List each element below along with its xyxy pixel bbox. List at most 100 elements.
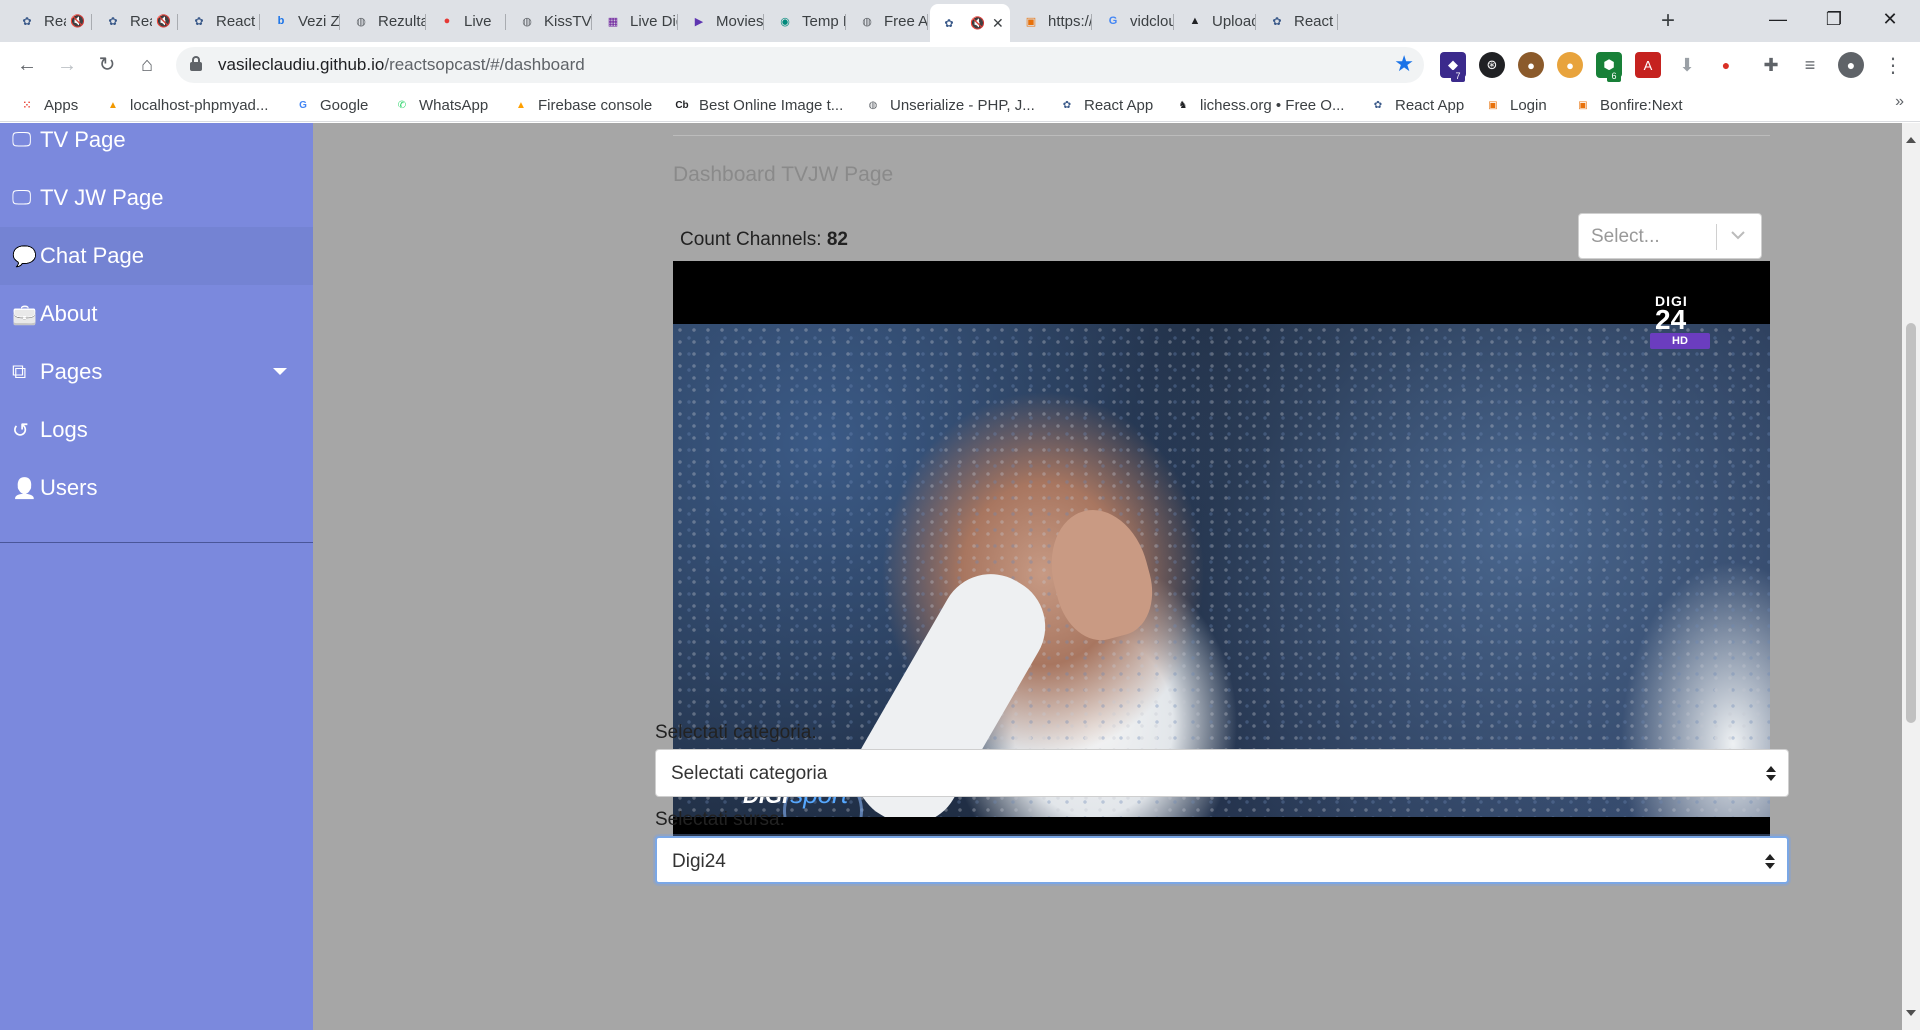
browser-menu-icon[interactable]: ⋮ <box>1880 52 1906 78</box>
sidebar-item-users[interactable]: 👤 Users <box>0 459 313 517</box>
browser-tab[interactable]: ● Live <box>428 6 506 36</box>
tv-icon: ▦ <box>607 15 619 28</box>
pdf-extension-icon[interactable]: A <box>1635 52 1661 78</box>
react-app-icon: ✿ <box>194 15 204 28</box>
browser-tab[interactable]: ◉ Temp M <box>766 6 846 36</box>
download-extension-icon[interactable]: ⬇ <box>1674 52 1700 78</box>
bookmark-item[interactable]: ▲ localhost-phpmyad... <box>104 94 268 116</box>
bookmark-item[interactable]: ▣ Bonfire:Next <box>1574 94 1683 116</box>
tab-audio-icon[interactable]: 🔇 <box>70 14 86 28</box>
page-scrollbar[interactable] <box>1902 123 1920 1030</box>
sidebar-item-about[interactable]: 💼 About <box>0 285 313 343</box>
history-icon: ↺ <box>12 419 29 442</box>
bookmark-item[interactable]: ◍ Unserialize - PHP, J... <box>864 94 1035 116</box>
bookmark-star-icon[interactable]: ★ <box>1394 51 1414 77</box>
sidebar-item-tv-jw-page[interactable]: 🖵 TV JW Page <box>0 169 313 227</box>
temp-mail-icon: ◉ <box>780 15 790 28</box>
scroll-thumb[interactable] <box>1906 323 1916 723</box>
react-app-icon: ✿ <box>1062 99 1072 111</box>
back-button[interactable]: ← <box>12 50 42 80</box>
media-control-icon[interactable]: ≡ <box>1797 52 1823 78</box>
minimize-button[interactable]: — <box>1750 0 1806 38</box>
reload-button[interactable]: ↻ <box>92 50 122 80</box>
browser-tab[interactable]: ✿ React Sopcast <box>180 6 260 36</box>
category-select[interactable]: Selectati categoria <box>655 749 1789 797</box>
tab-title: Upload <box>1212 12 1256 30</box>
url-text[interactable]: vasileclaudiu.github.io/reactsopcast/#/d… <box>218 47 585 83</box>
category-label: Selectati categoria: <box>655 722 817 743</box>
tab-title: vidcloud <box>1130 12 1174 30</box>
lichess-icon: ♞ <box>1178 99 1188 111</box>
bing-icon: b <box>277 15 285 27</box>
tab-separator <box>1255 14 1256 30</box>
scroll-down-arrow-icon[interactable] <box>1906 1010 1916 1016</box>
sidebar-item-label: Users <box>40 475 98 500</box>
browser-tab[interactable]: ▦ Live Dig <box>594 6 678 36</box>
browser-tab[interactable]: ✿ React S <box>1258 6 1338 36</box>
user-icon: 👤 <box>12 477 37 500</box>
bookmarks-overflow-button[interactable]: » <box>1895 93 1904 111</box>
browser-tab[interactable]: ◍ Free Ad <box>848 6 928 36</box>
record-extension-icon[interactable]: ● <box>1713 52 1739 78</box>
bookmark-item[interactable]: ▣ Login <box>1484 94 1546 116</box>
channel-select-placeholder: Select... <box>1591 226 1660 247</box>
browser-tab[interactable]: ▶ Movies <box>680 6 764 36</box>
select-separator <box>1716 224 1717 250</box>
google-icon: G <box>1108 15 1118 27</box>
browser-tab[interactable]: ▣ https:// <box>1012 6 1092 36</box>
address-bar[interactable]: vasileclaudiu.github.io/reactsopcast/#/d… <box>176 47 1424 83</box>
chevron-down-icon[interactable] <box>1729 226 1747 244</box>
extension-icon[interactable]: ⊛ <box>1479 52 1505 78</box>
cookie-extension-icon[interactable]: ● <box>1557 52 1583 78</box>
cookie-extension-icon[interactable]: ● <box>1518 52 1544 78</box>
browser-tab[interactable]: Gvidcloud <box>1094 6 1174 36</box>
browser-tab[interactable]: ✿ React 🔇 <box>8 6 92 36</box>
sidebar-item-label: Pages <box>40 359 103 384</box>
source-label: Selectati sursa: <box>655 809 785 830</box>
close-window-button[interactable]: ✕ <box>1862 0 1918 38</box>
sidebar-item-logs[interactable]: ↺ Logs <box>0 401 313 459</box>
maximize-button[interactable]: ❐ <box>1806 0 1862 38</box>
source-select[interactable]: Digi24 <box>655 836 1789 884</box>
browser-tab[interactable]: b Vezi ZU <box>262 6 340 36</box>
tab-title: React <box>44 12 66 30</box>
bookmark-item[interactable]: Cb Best Online Image t... <box>673 94 843 116</box>
select-arrows-icon <box>1766 766 1776 782</box>
home-button[interactable]: ⌂ <box>132 50 162 80</box>
extensions-puzzle-icon[interactable]: ✚ <box>1758 52 1784 78</box>
bookmark-item[interactable]: G Google <box>294 94 368 116</box>
scroll-up-arrow-icon[interactable] <box>1906 137 1916 143</box>
tab-audio-icon[interactable]: 🔇 <box>970 16 986 30</box>
extension-badge: 6 <box>1607 70 1621 82</box>
monitor-icon: 🖵 <box>12 186 32 209</box>
upload-icon: ▲ <box>1189 15 1201 27</box>
bookmark-item[interactable]: ✆ WhatsApp <box>393 94 488 116</box>
sidebar-item-tv-page[interactable]: 🖵 TV Page <box>0 123 313 169</box>
browser-tab[interactable]: ✿R🔇✕ <box>930 4 1010 42</box>
video-frame: DIGI sport <box>673 324 1770 817</box>
bookmark-item[interactable]: ⁙ Apps <box>18 94 78 116</box>
bonfire-icon: ▣ <box>1578 99 1588 111</box>
new-tab-button[interactable]: + <box>1654 8 1682 36</box>
sidebar-item-chat-page[interactable]: 💬 Chat Page <box>0 227 313 285</box>
browser-tab[interactable]: ✿ React 🔇 <box>94 6 178 36</box>
tab-audio-icon[interactable]: 🔇 <box>156 14 172 28</box>
bookmark-item[interactable]: ✿ React App <box>1369 94 1464 116</box>
browser-tab[interactable]: ◍ KissTV L <box>508 6 592 36</box>
tab-title: React S <box>1294 12 1338 30</box>
channel-select[interactable]: Select... <box>1578 213 1762 259</box>
bookmark-item[interactable]: ▲ Firebase console <box>512 94 652 116</box>
close-tab-icon[interactable]: ✕ <box>992 15 1008 32</box>
bookmark-label: Bonfire:Next <box>1600 96 1683 114</box>
browser-tab[interactable]: ▲ Upload <box>1176 6 1256 36</box>
lock-icon[interactable] <box>190 56 202 72</box>
caret-down-icon[interactable] <box>273 368 287 375</box>
bookmark-item[interactable]: ♞ lichess.org • Free O... <box>1174 94 1345 116</box>
browser-tab[interactable]: ◍ Rezultate <box>342 6 426 36</box>
bookmark-item[interactable]: ✿ React App <box>1058 94 1153 116</box>
sidebar-item-pages[interactable]: ⧉ Pages <box>0 343 313 401</box>
source-select-value: Digi24 <box>672 851 726 872</box>
cb-icon: Cb <box>675 99 689 111</box>
forward-button[interactable]: → <box>52 50 82 80</box>
profile-avatar-icon[interactable]: ● <box>1838 52 1864 78</box>
